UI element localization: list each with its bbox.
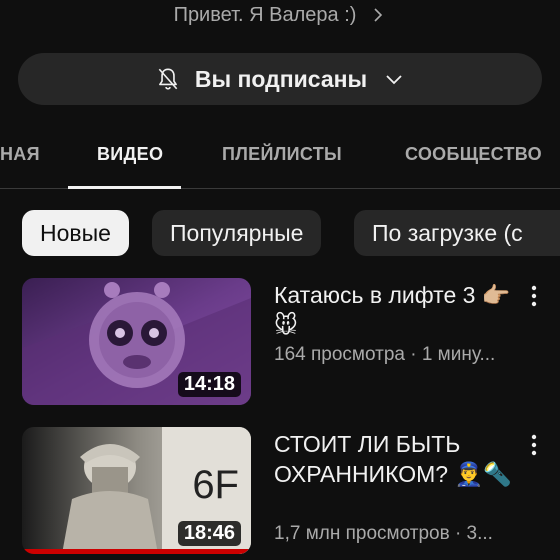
- thumbnail-text: 6F: [192, 463, 239, 507]
- more-vert-icon[interactable]: [530, 433, 538, 457]
- channel-tabs: НАЯ ВИДЕО ПЛЕЙЛИСТЫ СООБЩЕСТВО: [0, 128, 560, 189]
- subscribed-button[interactable]: Вы подписаны: [18, 53, 542, 105]
- tab-home[interactable]: НАЯ: [0, 144, 40, 165]
- video-duration: 14:18: [177, 372, 241, 397]
- video-title[interactable]: СТОИТ ЛИ БЫТЬ ОХРАННИКОМ? 👮‍♂️🔦: [274, 429, 514, 489]
- video-thumbnail[interactable]: 14:18: [22, 278, 251, 405]
- filter-chips: Новые Популярные По загрузке (с: [0, 208, 560, 258]
- tab-playlists[interactable]: ПЛЕЙЛИСТЫ: [222, 144, 342, 165]
- watch-progress-bar: [22, 549, 251, 554]
- active-tab-indicator: [68, 186, 181, 189]
- video-title[interactable]: Катаюсь в лифте 3 👉🏼🐭: [274, 280, 514, 340]
- chevron-down-icon: [386, 75, 402, 85]
- subscribed-button-label: Вы подписаны: [194, 65, 368, 92]
- video-duration: 18:46: [177, 521, 241, 546]
- chip-new[interactable]: Новые: [22, 210, 129, 256]
- channel-description-text: Привет. Я Валера :): [173, 3, 357, 26]
- video-item[interactable]: 14:18 Катаюсь в лифте 3 👉🏼🐭 164 просмотр…: [0, 278, 560, 408]
- chip-popular[interactable]: Популярные: [152, 210, 322, 256]
- tab-videos[interactable]: ВИДЕО: [97, 144, 163, 165]
- bell-off-icon: [158, 68, 178, 90]
- chevron-right-icon: [374, 8, 383, 22]
- video-item[interactable]: 6F 18:46 СТОИТ ЛИ БЫТЬ ОХРАННИКОМ? 👮‍♂️🔦…: [0, 427, 560, 557]
- video-meta: 164 просмотра · 1 мину...: [274, 344, 496, 365]
- tab-community[interactable]: СООБЩЕСТВО: [405, 144, 542, 165]
- video-thumbnail[interactable]: 6F 18:46: [22, 427, 251, 554]
- more-vert-icon[interactable]: [530, 284, 538, 308]
- video-meta: 1,7 млн просмотров · 3...: [274, 523, 493, 544]
- channel-description[interactable]: Привет. Я Валера :): [0, 0, 560, 30]
- chip-by-upload[interactable]: По загрузке (с: [354, 210, 560, 256]
